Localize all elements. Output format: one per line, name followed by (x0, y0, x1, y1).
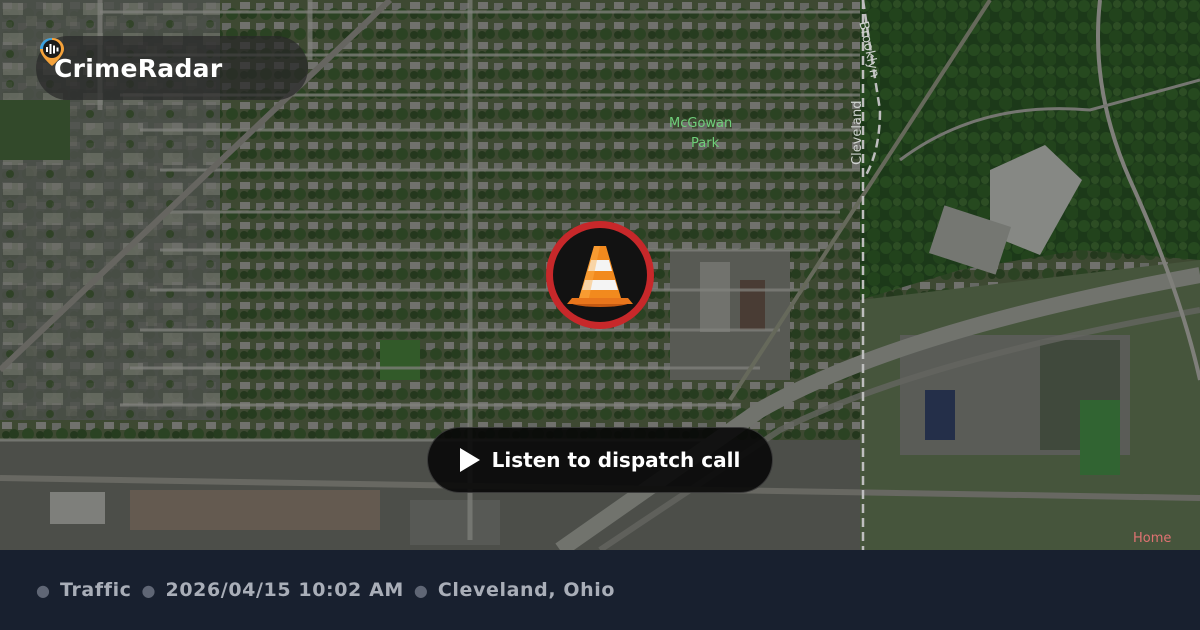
cleveland-road-label: Cleveland (850, 100, 865, 165)
park-label: McGowan (669, 116, 733, 131)
home-poi-label: Home (1133, 531, 1172, 546)
incident-datetime: 2026/04/15 10:02 AM (165, 579, 404, 601)
radar-pin-icon (40, 38, 64, 66)
park-label-line2: Park (691, 136, 720, 151)
incident-marker[interactable] (546, 221, 654, 329)
brand-name: CrimeRadar (54, 53, 223, 83)
marker-center (553, 228, 647, 322)
play-icon (459, 448, 480, 472)
brand-badge[interactable]: CrimeRadar (36, 36, 308, 100)
incident-footer: ● Traffic ● 2026/04/15 10:02 AM ● Clevel… (0, 550, 1200, 630)
separator-dot: ● (36, 580, 50, 600)
satellite-map[interactable]: McGowan Park Brooklyn Cleveland Home Cri… (0, 0, 1200, 550)
separator-dot: ● (141, 580, 156, 600)
incident-category: Traffic (59, 579, 132, 601)
traffic-cone-icon (567, 246, 633, 307)
separator-dot: ● (413, 580, 428, 600)
listen-dispatch-button[interactable]: Listen to dispatch call (427, 427, 773, 493)
listen-dispatch-label: Listen to dispatch call (491, 448, 741, 472)
incident-location: Cleveland, Ohio (437, 579, 616, 601)
